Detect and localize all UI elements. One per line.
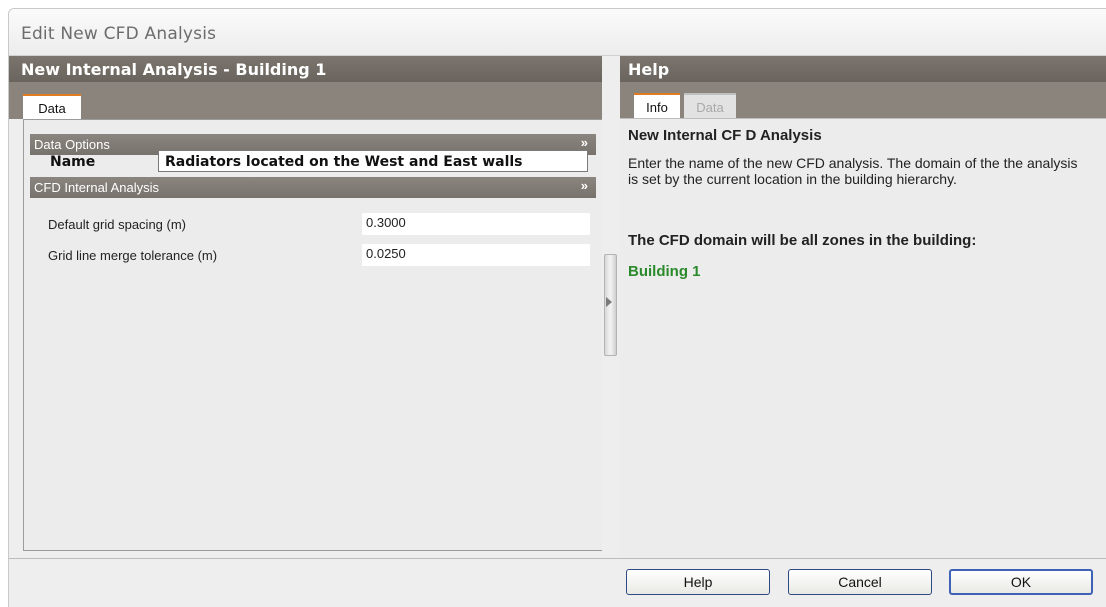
pane-splitter[interactable]: [602, 56, 620, 558]
help-domain-text: The CFD domain will be all zones in the …: [628, 232, 977, 249]
splitter-grip[interactable]: [604, 254, 617, 356]
window-titlebar[interactable]: Edit New CFD Analysis: [9, 9, 1106, 56]
analysis-name-input[interactable]: Radiators located on the West and East w…: [158, 150, 588, 172]
double-chevron-up-icon[interactable]: »: [581, 178, 588, 193]
data-panel: Data Options » Name Radiators located on…: [23, 119, 603, 551]
help-pane-title: Help: [628, 60, 670, 79]
help-building-name: Building 1: [628, 263, 701, 280]
help-tabstrip: Info Data: [620, 82, 1106, 120]
ok-button[interactable]: OK: [949, 569, 1093, 595]
left-pane-title: New Internal Analysis - Building 1: [21, 60, 327, 79]
help-title: New Internal CF D Analysis: [628, 127, 822, 144]
help-button[interactable]: Help: [626, 569, 770, 595]
tab-help-data[interactable]: Data: [684, 93, 736, 120]
grid-merge-tolerance-input[interactable]: 0.0250: [362, 244, 590, 266]
tab-data[interactable]: Data: [23, 94, 81, 121]
left-tabstrip: Data: [9, 82, 604, 121]
window-title: Edit New CFD Analysis: [21, 24, 217, 44]
double-chevron-up-icon[interactable]: »: [581, 135, 588, 150]
name-label: Name: [50, 154, 96, 170]
section-cfd-internal-analysis[interactable]: CFD Internal Analysis »: [30, 177, 596, 198]
tab-info[interactable]: Info: [634, 93, 680, 120]
default-grid-spacing-label: Default grid spacing (m): [48, 217, 186, 232]
footer-divider: [9, 558, 1106, 559]
grid-merge-tolerance-label: Grid line merge tolerance (m): [48, 248, 218, 263]
help-content: New Internal CF D Analysis Enter the nam…: [620, 118, 1106, 559]
help-pane-header: Help: [620, 56, 1106, 82]
default-grid-spacing-input[interactable]: 0.3000: [362, 213, 590, 235]
help-description: Enter the name of the new CFD analysis. …: [628, 155, 1078, 187]
cancel-button[interactable]: Cancel: [788, 569, 932, 595]
splitter-arrow-right-icon: [606, 297, 612, 307]
left-pane-header: New Internal Analysis - Building 1: [9, 56, 604, 82]
section-title: Data Options: [34, 137, 110, 152]
section-title: CFD Internal Analysis: [34, 180, 159, 195]
edit-cfd-dialog: Edit New CFD Analysis New Internal Analy…: [8, 8, 1106, 607]
